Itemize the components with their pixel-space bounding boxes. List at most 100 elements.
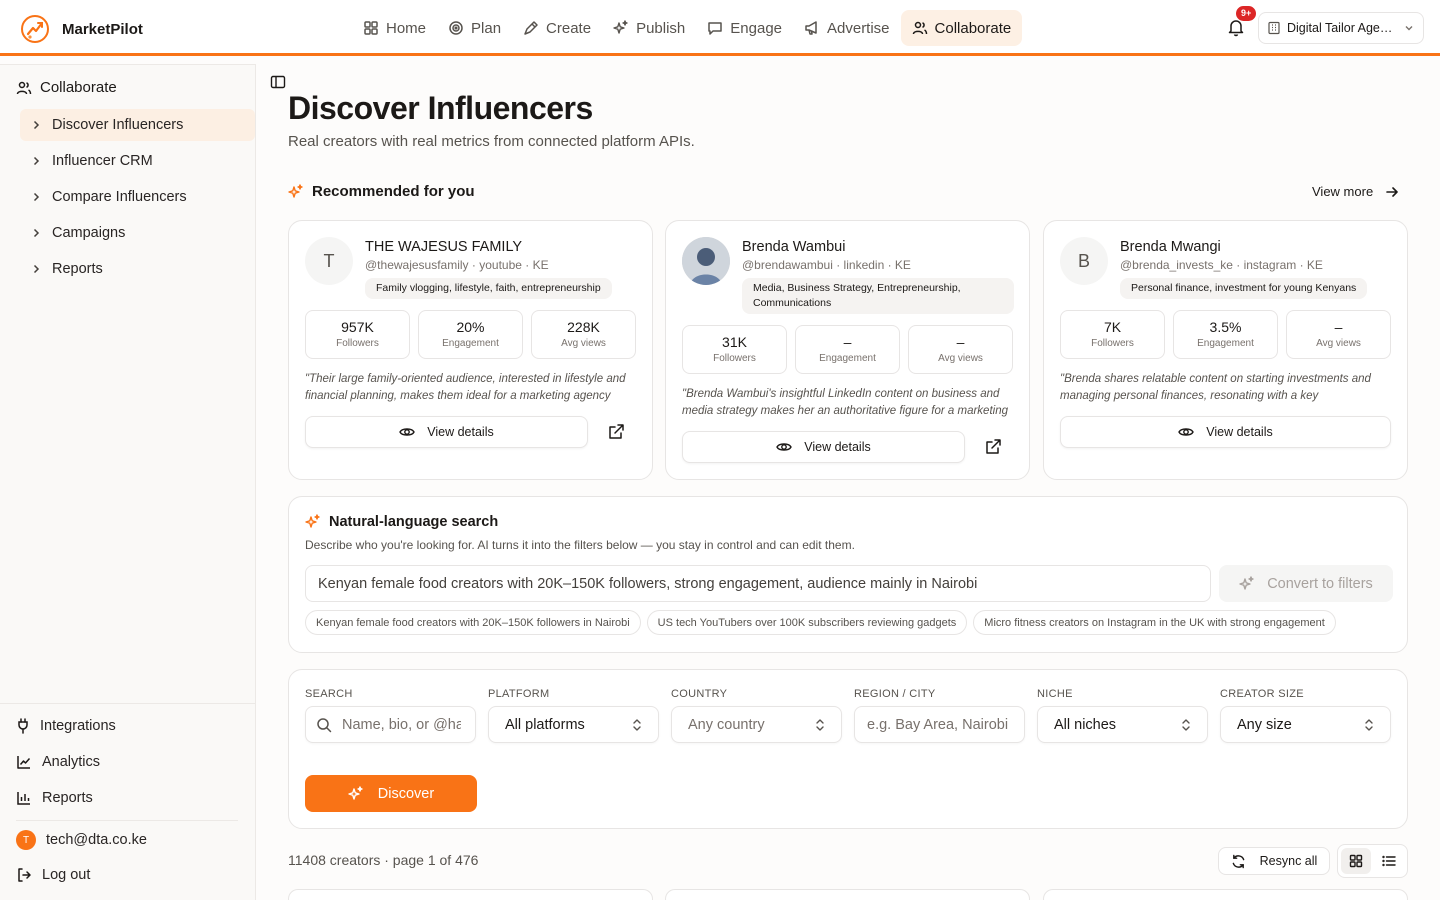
organization-select[interactable]: Digital Tailor Agen... (1258, 12, 1424, 44)
logout-link[interactable]: Log out (16, 867, 90, 883)
platform-select[interactable]: All platforms (488, 706, 659, 743)
result-card (288, 889, 653, 900)
sidebar-link-label: Analytics (42, 754, 101, 770)
region-placeholder: e.g. Bay Area, Nairobi (867, 716, 1009, 733)
chevron-right-icon (30, 155, 42, 167)
recommendation-reason: "Brenda Wambui's insightful LinkedIn con… (682, 388, 1008, 417)
chevron-right-icon (30, 119, 42, 131)
resync-all-label: Resync all (1259, 854, 1318, 868)
stat-avg-views: – Avg views (1286, 310, 1391, 359)
search-icon (316, 717, 332, 733)
nav-create[interactable]: Create (512, 10, 602, 46)
nav-plan[interactable]: Plan (437, 10, 512, 46)
influencer-name[interactable]: Brenda Mwangi (1120, 239, 1221, 255)
message-icon (707, 20, 723, 36)
users-icon (912, 20, 928, 36)
external-link-icon[interactable] (607, 423, 625, 441)
nav-collaborate[interactable]: Collaborate (900, 10, 1023, 46)
example-prompt-chip[interactable]: US tech YouTubers over 100K subscribers … (646, 610, 968, 635)
niche-select[interactable]: All niches (1037, 706, 1208, 743)
list-icon (1382, 854, 1396, 868)
stat-followers: 31K Followers (682, 325, 787, 374)
stat-value: 957K (341, 319, 374, 335)
discover-label: Discover (377, 785, 435, 802)
chevron-right-icon (30, 263, 42, 275)
stat-value: 3.5% (1209, 319, 1242, 335)
influencer-card: Brenda Wambui @brendawambui · linkedin ·… (665, 220, 1030, 480)
stat-label: Engagement (442, 338, 499, 349)
view-mode-toggle (1337, 844, 1408, 878)
sidebar-item-label: Discover Influencers (52, 117, 184, 133)
platform-value: All platforms (505, 716, 585, 733)
target-icon (448, 20, 464, 36)
influencer-card: T THE WAJESUS FAMILY @thewajesusfamily ·… (288, 220, 653, 480)
list-view-button[interactable] (1375, 848, 1405, 874)
megaphone-icon (804, 20, 820, 36)
sidebar-item-influencer-crm[interactable]: Influencer CRM (20, 145, 255, 177)
region-input[interactable]: e.g. Bay Area, Nairobi (854, 706, 1025, 743)
search-input[interactable]: Name, bio, or @handle (305, 706, 476, 743)
resync-all-button[interactable]: Resync all (1218, 847, 1330, 875)
nav-label: Create (546, 19, 592, 37)
sidebar-link-integrations[interactable]: Integrations (16, 718, 116, 734)
user-account[interactable]: T tech@dta.co.ke (16, 830, 147, 850)
discover-button[interactable]: Discover (305, 775, 477, 812)
grid-view-button[interactable] (1341, 848, 1371, 874)
chevron-right-icon (30, 191, 42, 203)
sidebar-item-compare-influencers[interactable]: Compare Influencers (20, 181, 255, 213)
page-subtitle: Real creators with real metrics from con… (288, 133, 695, 150)
country-select[interactable]: Any country (671, 706, 842, 743)
nav-advertise[interactable]: Advertise (793, 10, 901, 46)
example-prompts: Kenyan female food creators with 20K–150… (305, 610, 1336, 635)
brand[interactable]: MarketPilot (20, 14, 143, 44)
plug-icon (16, 718, 30, 734)
recommendation-reason: "Brenda shares relatable content on star… (1060, 373, 1371, 402)
nl-search-input[interactable] (305, 565, 1211, 602)
sparkles-icon (288, 183, 304, 200)
view-details-button[interactable]: View details (305, 416, 588, 448)
nav-engage[interactable]: Engage (696, 10, 793, 46)
influencer-name[interactable]: THE WAJESUS FAMILY (365, 239, 522, 255)
sidebar-item-campaigns[interactable]: Campaigns (20, 217, 255, 249)
view-more-link[interactable]: View more (1312, 184, 1399, 199)
influencer-card: B Brenda Mwangi @brenda_invests_ke · ins… (1043, 220, 1408, 480)
sidebar-link-analytics[interactable]: Analytics (16, 754, 100, 770)
panel-toggle-icon[interactable] (270, 74, 286, 90)
convert-to-filters-button[interactable]: Convert to filters (1219, 565, 1393, 602)
filters-panel: SEARCH Name, bio, or @handle PLATFORM Al… (288, 669, 1408, 829)
sidebar-link-reports[interactable]: Reports (16, 790, 93, 806)
example-prompt-chip[interactable]: Micro fitness creators on Instagram in t… (973, 610, 1336, 635)
nav-home[interactable]: Home (352, 10, 437, 46)
stat-label: Engagement (819, 353, 876, 364)
creator-size-select[interactable]: Any size (1220, 706, 1391, 743)
chevron-up-down-icon (813, 718, 827, 732)
influencer-name[interactable]: Brenda Wambui (742, 239, 845, 255)
view-details-button[interactable]: View details (1060, 416, 1391, 448)
recommended-heading: Recommended for you (288, 183, 475, 200)
nl-search-heading: Natural-language search (305, 514, 498, 530)
view-details-button[interactable]: View details (682, 431, 965, 463)
sidebar-item-reports[interactable]: Reports (20, 253, 255, 285)
arrow-right-icon (1385, 185, 1399, 199)
example-prompt-chip[interactable]: Kenyan female food creators with 20K–150… (305, 610, 641, 635)
stat-label: Engagement (1197, 338, 1254, 349)
stat-value: – (843, 334, 852, 350)
refresh-icon (1231, 854, 1246, 869)
chevron-up-down-icon (1362, 718, 1376, 732)
sidebar-item-discover-influencers[interactable]: Discover Influencers (20, 109, 255, 141)
external-link-icon[interactable] (984, 438, 1002, 456)
sidebar-item-label: Reports (52, 261, 103, 277)
creator-size-label: CREATOR SIZE (1220, 688, 1304, 700)
stat-label: Followers (713, 353, 756, 364)
pen-icon (523, 20, 539, 36)
nav-publish[interactable]: Publish (602, 10, 696, 46)
stat-value: 228K (567, 319, 600, 335)
sidebar-item-label: Campaigns (52, 225, 126, 241)
sidebar-section-collaborate[interactable]: Collaborate (16, 79, 117, 96)
nav-label: Publish (636, 19, 686, 37)
stat-followers: 957K Followers (305, 310, 410, 359)
natural-language-search-panel: Natural-language search Describe who you… (288, 496, 1408, 653)
recommended-title: Recommended for you (312, 183, 475, 200)
sparkles-icon (613, 20, 629, 36)
sidebar-link-label: Reports (42, 790, 93, 806)
